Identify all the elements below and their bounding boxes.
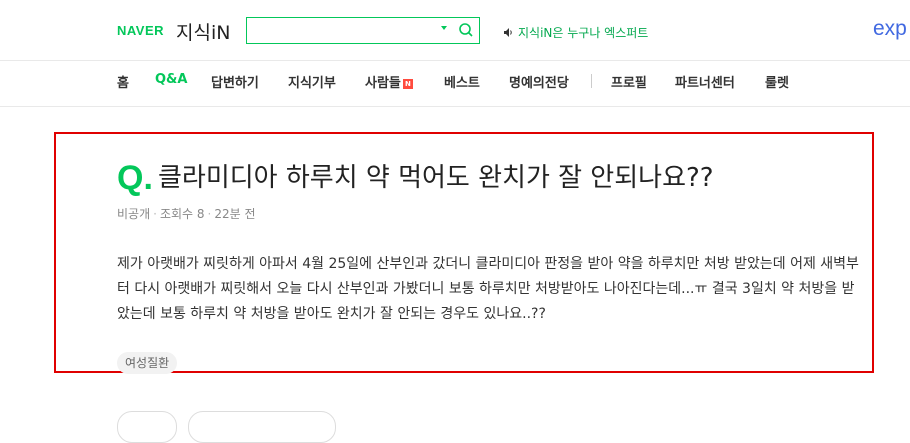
question-title: 클라미디아 하루치 약 먹어도 완치가 잘 안되나요?? <box>158 163 714 193</box>
tab-hall-of-fame[interactable]: 명예의전당 <box>509 72 569 91</box>
tab-partner-center[interactable]: 파트너센터 <box>675 72 735 91</box>
tab-qna[interactable]: Q&A <box>155 72 187 87</box>
tab-donation[interactable]: 지식기부 <box>288 72 336 91</box>
kin-logo[interactable]: 지식iN <box>176 18 230 45</box>
search-dropdown-icon[interactable] <box>441 26 447 30</box>
tab-answer[interactable]: 답변하기 <box>211 72 259 91</box>
tab-profile[interactable]: 프로필 <box>611 72 647 91</box>
speaker-icon <box>504 28 512 37</box>
tab-best[interactable]: 베스트 <box>444 72 480 91</box>
question-tag[interactable]: 여성질환 <box>117 352 178 374</box>
action-pill-2[interactable] <box>188 411 336 443</box>
question-mark-icon: Q. <box>117 159 153 197</box>
post-time: 22분 전 <box>214 207 256 221</box>
tab-roulette[interactable]: 룰렛 <box>765 72 789 91</box>
tab-home[interactable]: 홈 <box>117 72 129 91</box>
tab-people-label: 사람들 <box>365 76 401 91</box>
search-input[interactable] <box>251 20 435 42</box>
promo-text: 지식iN은 누구나 엑스퍼트 <box>518 26 649 40</box>
expert-promo-link[interactable]: 지식iN은 누구나 엑스퍼트 <box>503 24 648 41</box>
author-name: 비공개 <box>117 207 151 221</box>
question-body: 제가 아랫배가 찌릿하게 아파서 4월 25일에 산부인과 갔더니 클라미디아 … <box>117 256 859 322</box>
search-icon[interactable] <box>457 21 475 39</box>
naver-logo[interactable]: NAVER <box>117 23 164 38</box>
search-box <box>246 17 480 44</box>
nav-divider <box>591 74 592 88</box>
tab-people[interactable]: 사람들 N <box>365 72 413 91</box>
question-meta: 비공개 · 조회수 8 · 22분 전 <box>117 207 256 221</box>
top-header: NAVER 지식iN 지식iN은 누구나 엑스퍼트 exp <box>0 0 910 61</box>
main-nav: 홈 Q&A 답변하기 지식기부 사람들 N 베스트 명예의전당 프로필 파트너센터… <box>0 60 910 107</box>
expert-logo[interactable]: exp <box>873 17 907 41</box>
view-count: 조회수 8 <box>159 207 205 221</box>
new-badge: N <box>402 79 413 89</box>
action-pill-1[interactable] <box>117 411 177 443</box>
